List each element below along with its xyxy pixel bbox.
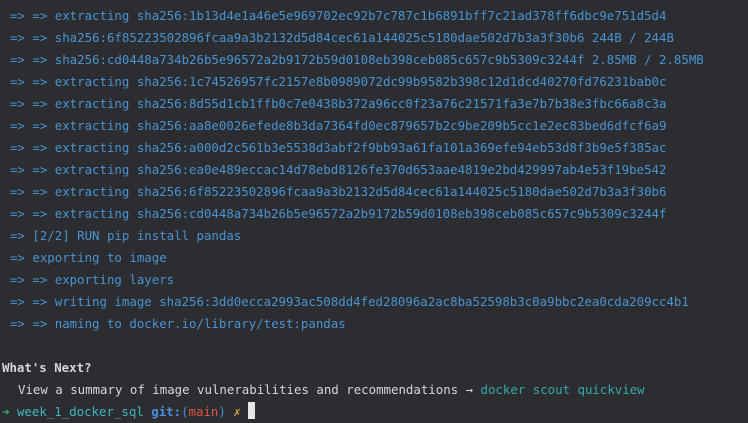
shell-prompt[interactable]: ➜ week_1_docker_sql git:(main) ✗ xyxy=(2,401,256,423)
git-label: git: xyxy=(151,404,182,419)
build-log-line: => => extracting sha256:aa8e0026efede8b3… xyxy=(10,118,667,133)
build-log-line: => => extracting sha256:ea0e489eccac14d7… xyxy=(10,162,667,177)
text-cursor[interactable] xyxy=(248,402,256,419)
build-log-line: => => sha256:cd0448a734b26b5e96572a2b917… xyxy=(10,52,704,67)
build-log-line: => exporting to image xyxy=(10,250,167,265)
build-log-line: => => extracting sha256:8d55d1cb1ffb0c7e… xyxy=(10,96,667,111)
prompt-arrow-icon: ➜ xyxy=(2,404,10,419)
docker-scout-command[interactable]: docker scout quickview xyxy=(481,382,645,397)
build-log-line: => => extracting sha256:1b13d4e1a46e5e96… xyxy=(10,8,667,23)
git-branch: main xyxy=(188,404,219,419)
build-log-line: => => extracting sha256:a000d2c561b3e553… xyxy=(10,140,667,155)
build-log-line: => => extracting sha256:1c74526957fc2157… xyxy=(10,74,667,89)
build-log-line: => => writing image sha256:3dd0ecca2993a… xyxy=(10,294,689,309)
terminal-output[interactable]: => => extracting sha256:1b13d4e1a46e5e96… xyxy=(0,0,748,423)
git-paren-open: ( xyxy=(181,404,189,419)
build-log-line: => [2/2] RUN pip install pandas xyxy=(10,228,242,243)
whats-next-hint: View a summary of image vulnerabilities … xyxy=(18,379,645,401)
dirty-marker-icon: ✗ xyxy=(233,404,241,419)
build-log-line: => => exporting layers xyxy=(10,272,175,287)
build-log-line: => => extracting sha256:cd0448a734b26b5e… xyxy=(10,206,667,221)
whats-next-heading: What's Next? xyxy=(2,360,92,375)
build-log-line: => => sha256:6f85223502896fcaa9a3b2132d5… xyxy=(10,30,674,45)
hint-text: View a summary of image vulnerabilities … xyxy=(18,382,481,397)
build-log-line: => => extracting sha256:6f85223502896fca… xyxy=(10,184,667,199)
build-log-line: => => naming to docker.io/library/test:p… xyxy=(10,316,346,331)
git-paren-close: ) xyxy=(218,404,226,419)
current-directory: week_1_docker_sql xyxy=(16,404,144,419)
